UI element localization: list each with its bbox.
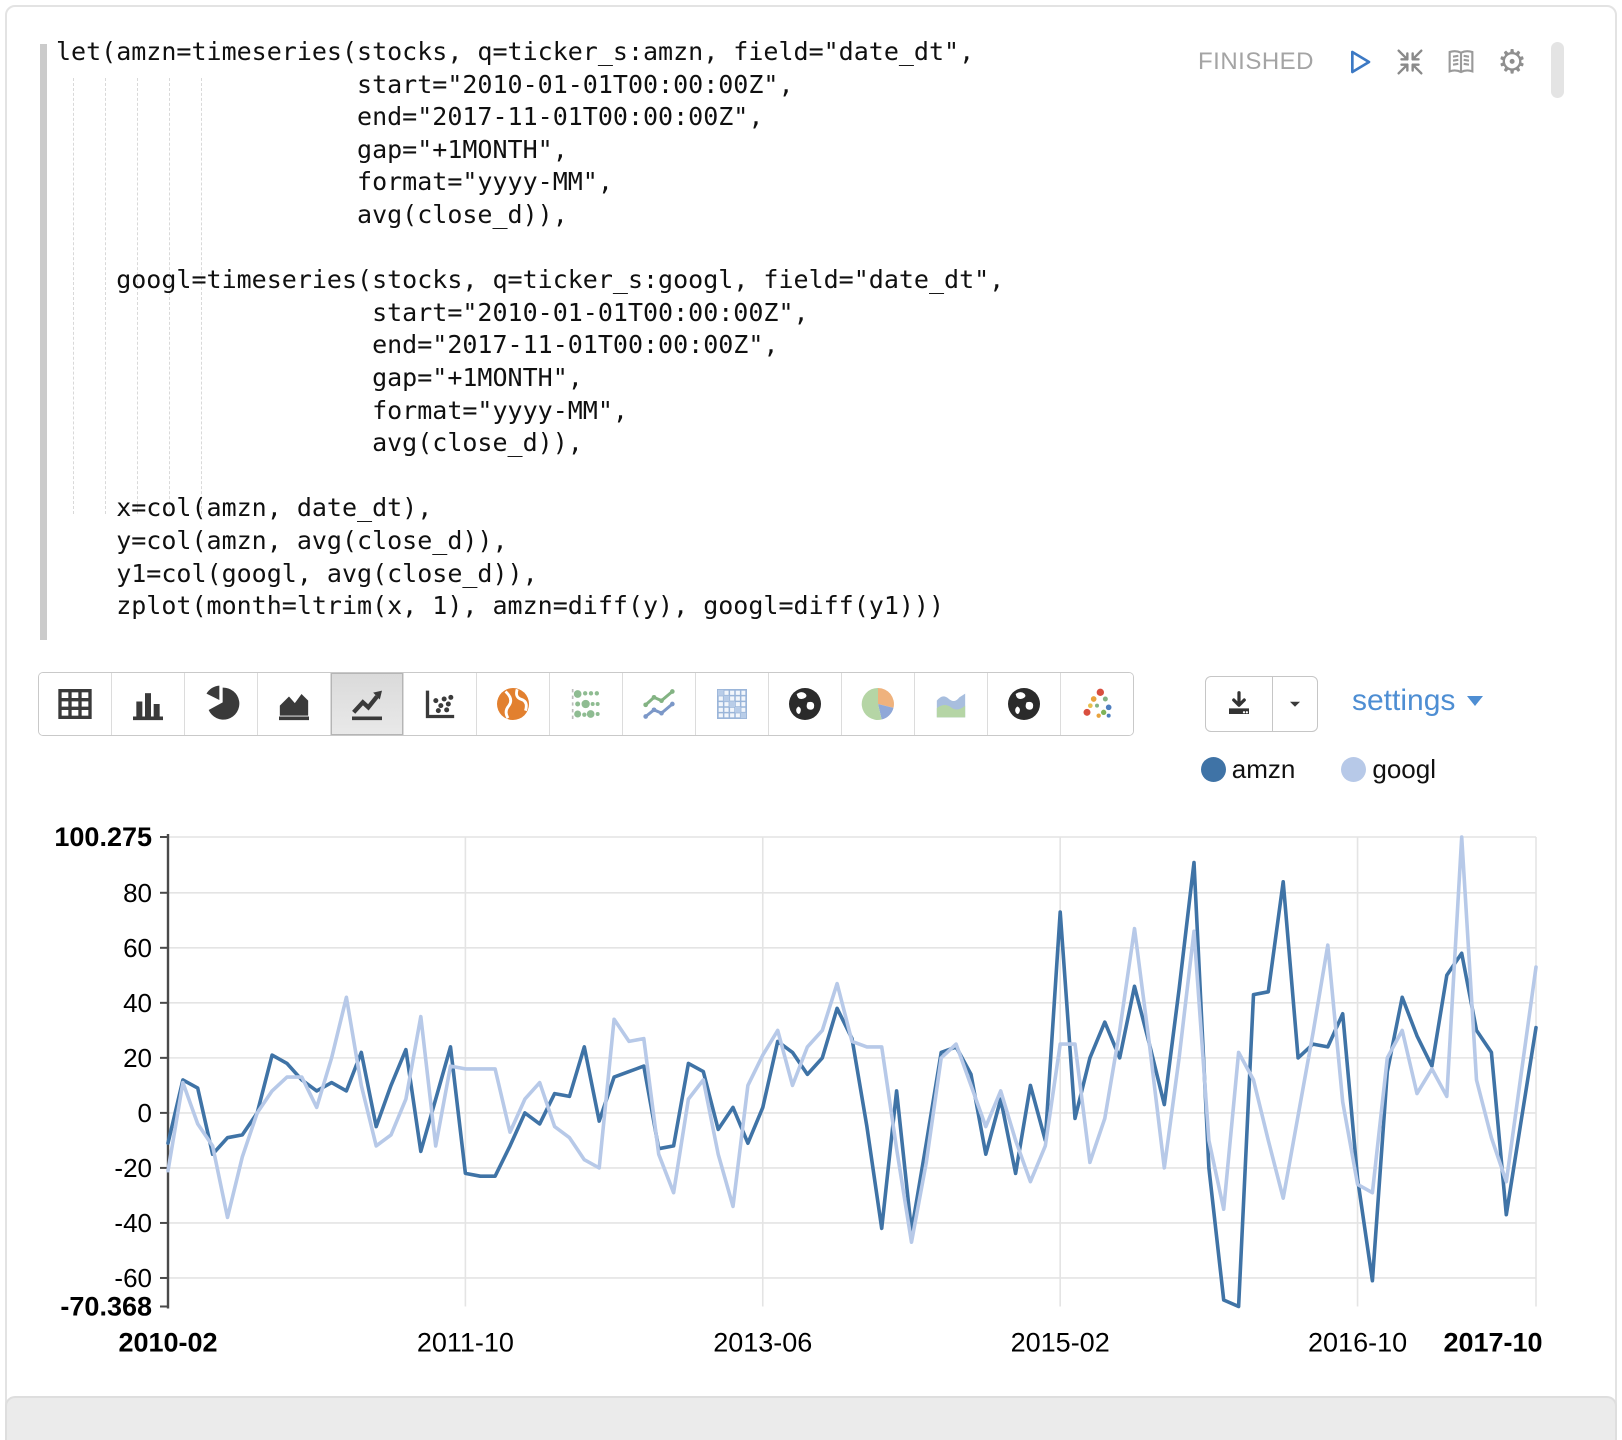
svg-text:2017-10: 2017-10 [1443,1328,1542,1358]
download-button[interactable] [1206,677,1273,731]
stacked-area-button[interactable] [915,673,988,735]
caret-down-icon [1465,694,1485,708]
svg-text:20: 20 [123,1043,152,1073]
pie-pastel-icon [858,684,898,724]
stacked-area-icon [931,684,971,724]
pie-chart-icon [201,684,241,724]
svg-text:2015-02: 2015-02 [1011,1328,1110,1358]
scatter-color-icon [1077,684,1117,724]
globe-orange-button[interactable] [477,673,550,735]
area-chart-button[interactable] [258,673,331,735]
settings-label: settings [1352,684,1455,718]
next-paragraph-bar[interactable] [5,1396,1617,1440]
chart-type-toolbar [38,672,1134,736]
status-badge: FINISHED [1198,48,1314,76]
download-options-caret[interactable] [1273,677,1317,731]
globe-dark-2-icon [1004,684,1044,724]
grid-heatmap-button[interactable] [696,673,769,735]
svg-text:2010-02: 2010-02 [118,1328,217,1358]
bubble-chart-icon [566,684,606,724]
download-split-button [1205,676,1318,732]
bar-chart-button[interactable] [112,673,185,735]
globe-dark-2-button[interactable] [988,673,1061,735]
multi-line-chart-icon [639,684,679,724]
globe-dark-button[interactable] [769,673,842,735]
globe-dark-icon [785,684,825,724]
multi-line-chart-button[interactable] [623,673,696,735]
table-chart-button[interactable] [39,673,112,735]
gear-icon[interactable]: ⚙ [1494,44,1530,80]
svg-text:-70.368: -70.368 [60,1292,152,1322]
svg-text:40: 40 [123,988,152,1018]
paragraph-controls: FINISHED ⚙ [1198,44,1530,80]
scatter-chart-button[interactable] [404,673,477,735]
svg-text:0: 0 [138,1098,152,1128]
table-chart-icon [55,684,95,724]
bubble-chart-button[interactable] [550,673,623,735]
svg-text:100.275: 100.275 [54,822,152,852]
run-icon[interactable] [1341,44,1377,80]
svg-text:2013-06: 2013-06 [713,1328,812,1358]
area-chart-icon [274,684,314,724]
settings-toggle[interactable]: settings [1352,684,1485,718]
pie-pastel-button[interactable] [842,673,915,735]
scatter-chart-icon [420,684,460,724]
grid-heatmap-icon [712,684,752,724]
svg-text:2011-10: 2011-10 [417,1328,514,1358]
svg-text:-60: -60 [114,1263,152,1293]
scatter-color-button[interactable] [1061,673,1133,735]
editor-left-handle [40,44,47,640]
code-editor[interactable]: let(amzn=timeseries(stocks, q=ticker_s:a… [56,36,1004,623]
editor-scrollbar[interactable] [1551,42,1564,98]
line-chart-icon [347,684,387,724]
line-chart-plot[interactable]: 100.275 80 60 40 20 0 -20 -40 -60-70.368 2010-02 2… [0,740,1622,1380]
svg-text:-40: -40 [114,1208,152,1238]
svg-text:2016-10: 2016-10 [1308,1328,1407,1358]
collapse-icon[interactable] [1392,44,1428,80]
svg-text:-20: -20 [114,1153,152,1183]
svg-text:80: 80 [123,878,152,908]
globe-orange-icon [493,684,533,724]
svg-text:60: 60 [123,933,152,963]
book-icon[interactable] [1443,44,1479,80]
line-chart-button[interactable] [331,673,404,735]
pie-chart-button[interactable] [185,673,258,735]
bar-chart-icon [128,684,168,724]
